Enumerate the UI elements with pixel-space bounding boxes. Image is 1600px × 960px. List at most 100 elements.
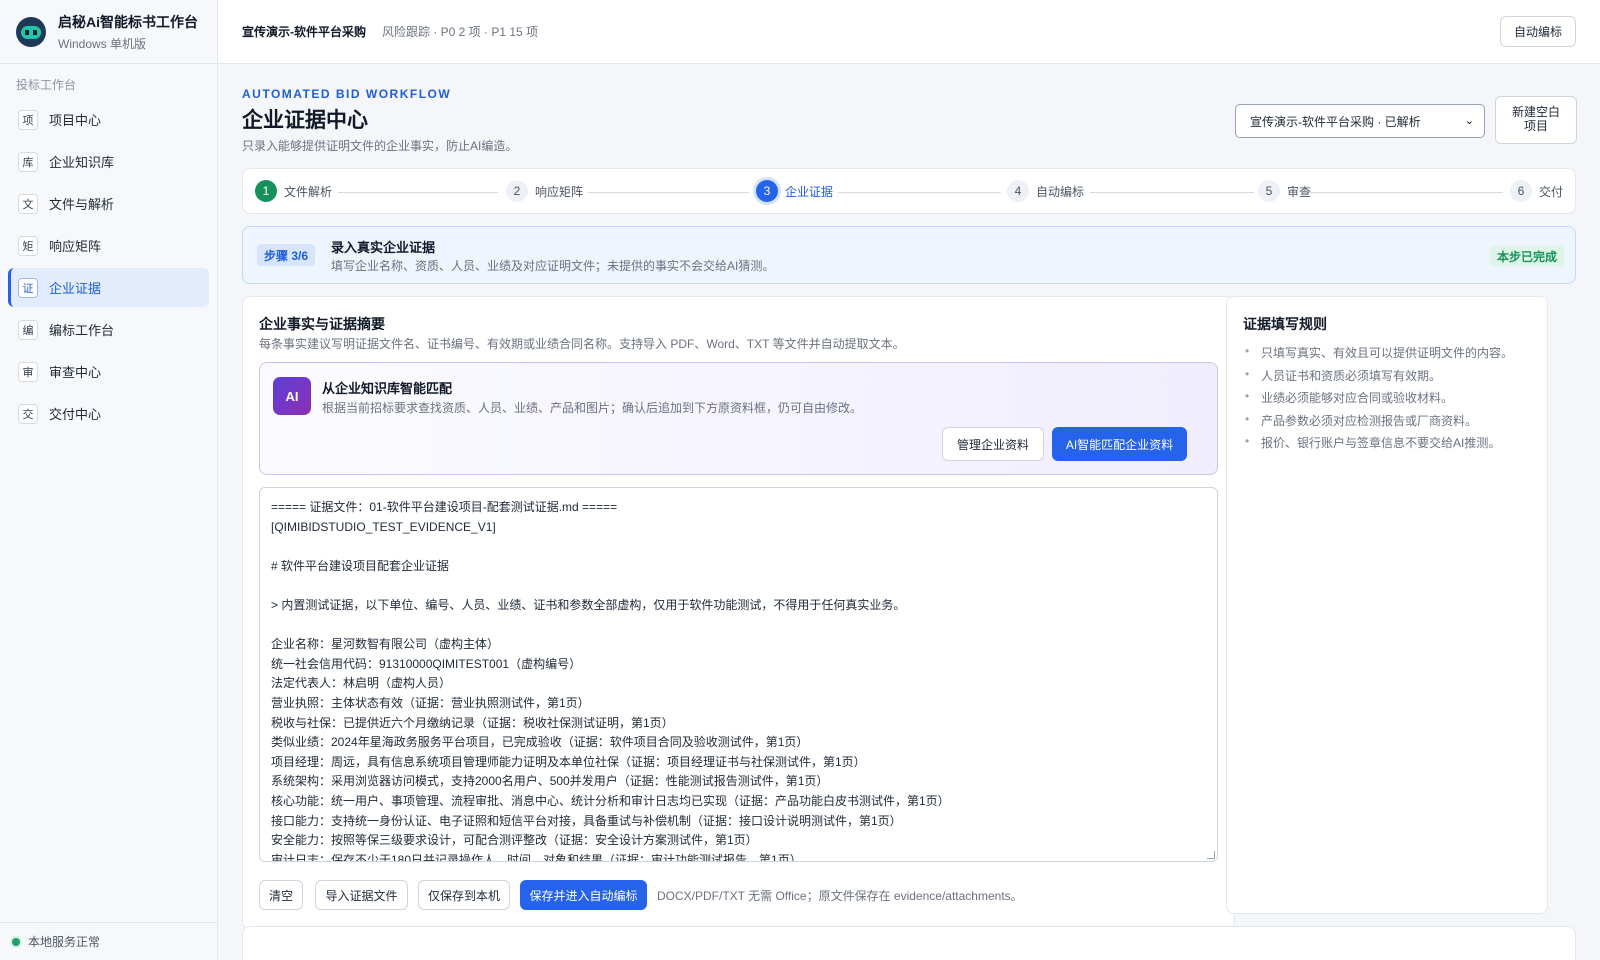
step-number: 4 — [1007, 180, 1029, 202]
evidence-textarea[interactable]: ===== 证据文件：01-软件平台建设项目-配套测试证据.md ===== [Q… — [259, 487, 1218, 862]
evidence-text-line: 法定代表人：林启明（虚构人员） — [271, 676, 452, 691]
evidence-text-line: 审计日志：保存不少于180日并记录操作人、时间、对象和结果（证据：审计功能测试报… — [271, 852, 802, 862]
sidebar-item-label: 编标工作台 — [49, 323, 115, 338]
matrix-icon: 矩 — [18, 235, 38, 256]
project-select-value: 宣传演示-软件平台采购 · 已解析 — [1250, 114, 1421, 129]
evidence-text-line: 统一社会信用代码：91310000QIMITEST001（虚构编号） — [271, 656, 582, 671]
rules-list: 只填写真实、有效且可以提供证明文件的内容。 人员证书和资质必须填写有效期。 业绩… — [1243, 344, 1513, 457]
sidebar-item-evidence[interactable]: 证企业证据 — [8, 268, 209, 307]
rules-title: 证据填写规则 — [1243, 316, 1327, 332]
evidence-text-line — [271, 537, 1206, 557]
edit-icon: 编 — [18, 319, 38, 340]
ai-match-title: 从企业知识库智能匹配 — [322, 381, 453, 396]
evidence-text-line — [271, 616, 1206, 636]
step-number: 5 — [1258, 180, 1280, 202]
delivery-icon: 交 — [18, 403, 38, 424]
save-local-button[interactable]: 仅保存到本机 — [418, 880, 510, 910]
robot-logo-icon — [16, 16, 46, 47]
rule-item: 人员证书和资质必须填写有效期。 — [1243, 367, 1513, 390]
evidence-text-line: 企业名称：星河数智有限公司（虚构主体） — [271, 637, 500, 652]
evidence-text-line: [QIMIBIDSTUDIO_TEST_EVIDENCE_V1] — [271, 519, 496, 534]
new-project-label-line1: 新建空白 — [1511, 105, 1560, 120]
sidebar-nav: 项项目中心 库企业知识库 文文件与解析 矩响应矩阵 证企业证据 编编标工作台 审… — [0, 100, 217, 433]
banner-title: 录入真实企业证据 — [331, 240, 436, 255]
import-format-note: DOCX/PDF/TXT 无需 Office；原文件保存在 evidence/a… — [657, 889, 1023, 903]
status-dot-icon — [12, 937, 20, 946]
current-project-name: 宣传演示-软件平台采购 — [242, 25, 366, 39]
sidebar-item-label: 文件与解析 — [49, 197, 115, 212]
page-title: 企业证据中心 — [242, 109, 368, 132]
step-review[interactable]: 5 审查 — [1258, 180, 1311, 202]
manage-company-data-button[interactable]: 管理企业资料 — [942, 427, 1044, 461]
step-delivery[interactable]: 6 交付 — [1510, 180, 1563, 202]
sidebar-item-label: 响应矩阵 — [49, 239, 102, 254]
evidence-text-line: 营业执照：主体状态有效（证据：营业执照测试件，第1页） — [271, 695, 590, 710]
step-number: 3 — [756, 180, 778, 202]
auto-bid-button[interactable]: 自动编标 — [1500, 16, 1576, 47]
import-evidence-button[interactable]: 导入证据文件 — [315, 880, 408, 910]
evidence-text-line — [271, 576, 1206, 596]
sidebar-item-label: 企业证据 — [49, 281, 102, 296]
resize-handle-icon[interactable] — [1207, 851, 1215, 859]
rule-item: 产品参数必须对应检测报告或厂商资料。 — [1243, 412, 1513, 435]
brand: 启秘Ai智能标书工作台 Windows 单机版 — [0, 0, 217, 64]
clear-button[interactable]: 清空 — [259, 880, 303, 910]
step-connector — [588, 192, 749, 193]
project-select[interactable]: 宣传演示-软件平台采购 · 已解析 ⌄ — [1235, 104, 1485, 138]
step-connector — [1303, 192, 1503, 193]
sidebar-item-delivery[interactable]: 交交付中心 — [8, 394, 209, 433]
topbar: 宣传演示-软件平台采购 风险跟踪 · P0 2 项 · P1 15 项 自动编标 — [218, 0, 1600, 64]
sidebar: 启秘Ai智能标书工作台 Windows 单机版 投标工作台 项项目中心 库企业知… — [0, 0, 218, 960]
evidence-text-line: 类似业绩：2024年星海政务服务平台项目，已完成验收（证据：软件项目合同及验收测… — [271, 735, 809, 750]
step-banner: 步骤 3/6 录入真实企业证据 填写企业名称、资质、人员、业绩及对应证明文件；未… — [242, 226, 1576, 284]
new-blank-project-button[interactable]: 新建空白 项目 — [1495, 96, 1577, 144]
banner-description: 填写企业名称、资质、人员、业绩及对应证明文件；未提供的事实不会交给AI猜测。 — [331, 259, 775, 273]
library-icon: 库 — [18, 151, 38, 172]
ai-icon: AI — [273, 377, 311, 415]
step-badge: 步骤 3/6 — [257, 244, 316, 266]
page-eyebrow: AUTOMATED BID WORKFLOW — [242, 87, 452, 101]
sidebar-item-matrix[interactable]: 矩响应矩阵 — [8, 226, 209, 265]
review-icon: 审 — [18, 361, 38, 382]
evidence-text-line: 税收与社保：已提供近六个月缴纳记录（证据：税收社保测试证明，第1页） — [271, 715, 674, 730]
step-label: 文件解析 — [284, 184, 333, 199]
service-status-text: 本地服务正常 — [28, 935, 101, 949]
next-section-card — [242, 926, 1576, 960]
project-icon: 项 — [18, 109, 38, 130]
step-auto-bid[interactable]: 4 自动编标 — [1007, 180, 1084, 202]
brand-title: 启秘Ai智能标书工作台 — [58, 13, 198, 30]
evidence-text-line: ===== 证据文件：01-软件平台建设项目-配套测试证据.md ===== — [271, 500, 618, 514]
nav-section-title: 投标工作台 — [16, 78, 77, 92]
document-icon: 文 — [18, 193, 38, 214]
sidebar-item-projects[interactable]: 项项目中心 — [8, 100, 209, 139]
step-connector — [838, 192, 1001, 193]
ai-match-company-data-button[interactable]: AI智能匹配企业资料 — [1052, 427, 1187, 461]
save-and-continue-button[interactable]: 保存并进入自动编标 — [520, 880, 647, 910]
ai-match-panel: AI 从企业知识库智能匹配 根据当前招标要求查找资质、人员、业绩、产品和图片；确… — [259, 362, 1218, 475]
evidence-text-line: 接口能力：支持统一身份认证、电子证照和短信平台对接，具备重试与补偿机制（证据：接… — [271, 813, 902, 828]
step-connector — [338, 192, 498, 193]
service-status: 本地服务正常 — [0, 922, 217, 960]
sidebar-item-label: 审查中心 — [49, 365, 102, 380]
step-file-parse[interactable]: 1 文件解析 — [255, 180, 332, 202]
risk-tracking: 风险跟踪 · P0 2 项 · P1 15 项 — [382, 25, 539, 39]
sidebar-item-files[interactable]: 文文件与解析 — [8, 184, 209, 223]
step-label: 企业证据 — [785, 184, 834, 199]
rule-item: 只填写真实、有效且可以提供证明文件的内容。 — [1243, 344, 1513, 367]
evidence-text-line: 安全能力：按照等保三级要求设计，可配合测评整改（证据：安全设计方案测试件，第1页… — [271, 833, 758, 848]
sidebar-item-label: 项目中心 — [49, 113, 102, 128]
sidebar-item-editor[interactable]: 编编标工作台 — [8, 310, 209, 349]
sidebar-item-label: 企业知识库 — [49, 155, 115, 170]
sidebar-item-review[interactable]: 审审查中心 — [8, 352, 209, 391]
evidence-text-line: 项目经理：周远，具有信息系统项目管理师能力证明及本单位社保（证据：项目经理证书与… — [271, 754, 866, 769]
rule-item: 业绩必须能够对应合同或验收材料。 — [1243, 389, 1513, 412]
step-evidence[interactable]: 3 企业证据 — [756, 180, 833, 202]
step-number: 6 — [1510, 180, 1532, 202]
brand-subtitle: Windows 单机版 — [58, 36, 147, 51]
sidebar-item-knowledge[interactable]: 库企业知识库 — [8, 142, 209, 181]
rule-item: 报价、银行账户与签章信息不要交给AI推测。 — [1243, 434, 1513, 457]
step-response-matrix[interactable]: 2 响应矩阵 — [506, 180, 583, 202]
evidence-card-description: 每条事实建议写明证据文件名、证书编号、有效期或业绩合同名称。支持导入 PDF、W… — [259, 337, 905, 351]
step-number: 2 — [506, 180, 528, 202]
step-label: 响应矩阵 — [535, 184, 584, 199]
